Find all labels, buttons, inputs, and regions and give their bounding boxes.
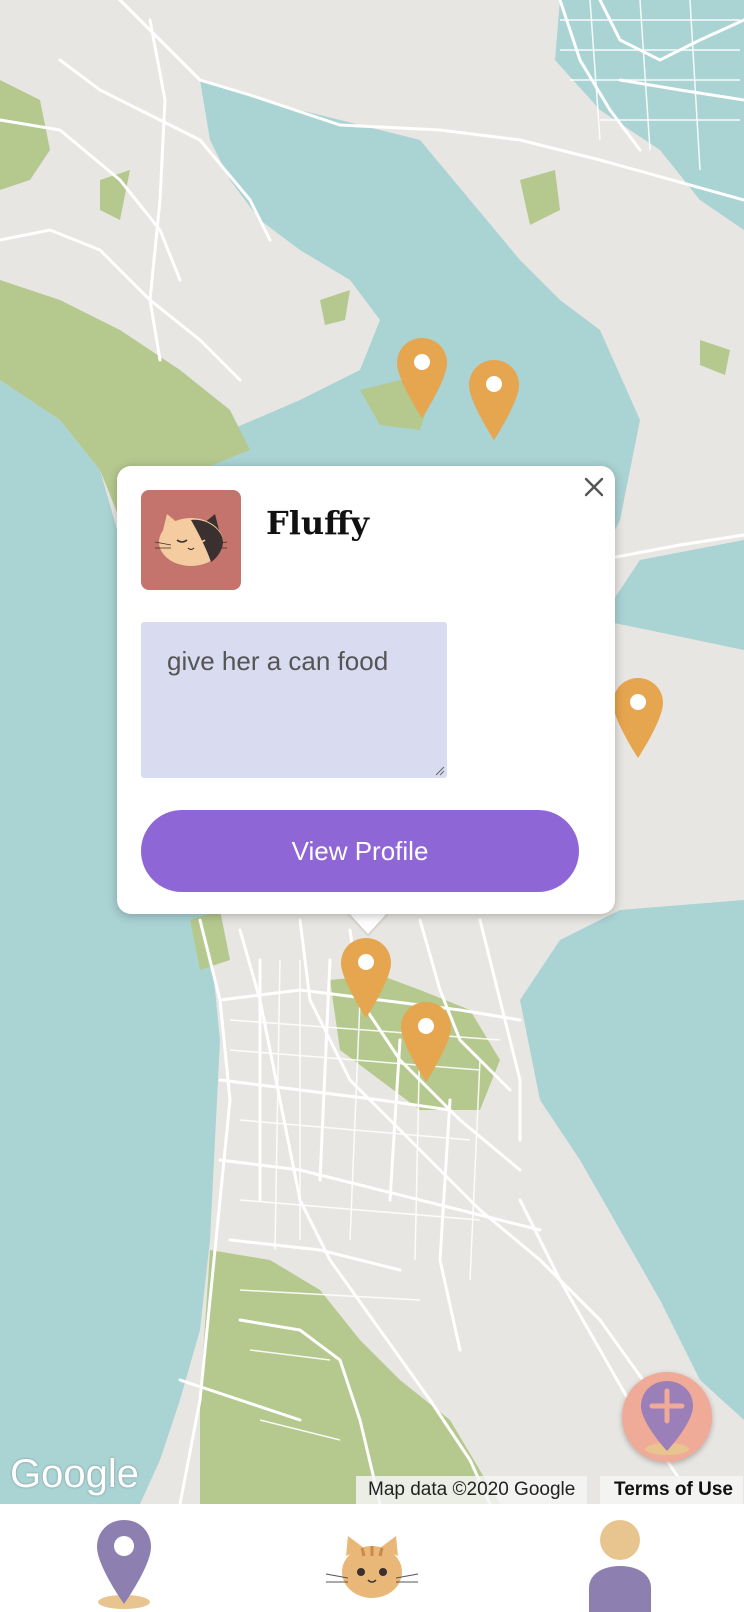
cat-face-icon: [154, 514, 228, 566]
add-location-button[interactable]: [622, 1372, 712, 1462]
terms-of-use-link[interactable]: Terms of Use: [600, 1476, 743, 1504]
map-view[interactable]: Fluffy give her a can food View Profile …: [0, 0, 744, 1504]
view-profile-button[interactable]: View Profile: [141, 810, 579, 892]
cat-info-popup: Fluffy give her a can food View Profile: [117, 466, 615, 914]
close-icon: [584, 477, 604, 497]
map-pin-icon: [469, 360, 519, 440]
map-pin-icon: [613, 678, 663, 758]
map-pin-icon: [97, 1520, 151, 1609]
nav-cats-tab[interactable]: [248, 1504, 496, 1612]
bottom-nav: [0, 1504, 744, 1612]
cat-location-pin[interactable]: [613, 678, 663, 758]
map-attribution: Map data ©2020 Google: [356, 1476, 588, 1504]
profile-icon: [589, 1520, 651, 1612]
nav-profile-tab[interactable]: [496, 1504, 744, 1612]
close-button[interactable]: [579, 472, 609, 502]
map-pin-icon: [397, 338, 447, 418]
resize-grip-icon[interactable]: [435, 766, 445, 776]
map-pin-icon: [401, 1002, 451, 1082]
cat-note-field[interactable]: give her a can food: [141, 622, 447, 778]
cat-location-pin[interactable]: [401, 1002, 451, 1082]
cat-icon: [325, 1536, 419, 1598]
map-pin-icon: [341, 938, 391, 1018]
cat-location-pin[interactable]: [397, 338, 447, 418]
cat-avatar[interactable]: [141, 490, 241, 590]
cat-location-pin[interactable]: [469, 360, 519, 440]
cat-location-pin[interactable]: [341, 938, 391, 1018]
nav-map-tab[interactable]: [0, 1504, 248, 1612]
add-location-icon: [641, 1381, 693, 1455]
google-logo: Google: [10, 1452, 139, 1496]
cat-name-title: Fluffy: [266, 504, 369, 542]
